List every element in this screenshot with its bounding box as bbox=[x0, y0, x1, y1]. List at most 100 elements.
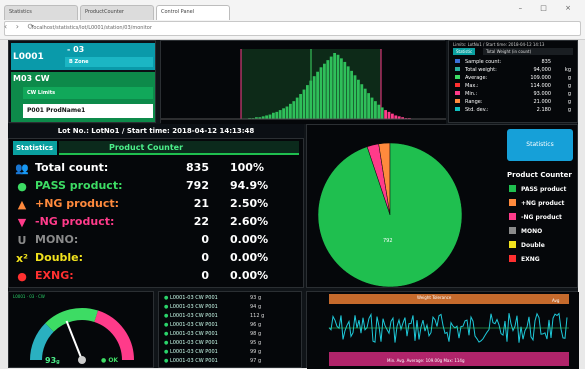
browser-tab[interactable]: Statistics bbox=[4, 5, 78, 20]
counter-count: 835 bbox=[186, 161, 209, 174]
summary-value: 93.000 bbox=[533, 91, 552, 97]
summary-row: Std. dev.: 2.180 g bbox=[455, 107, 573, 113]
recent-value: 94 g bbox=[250, 304, 262, 310]
counter-icon: ● bbox=[17, 270, 27, 283]
histogram-bar bbox=[387, 111, 391, 119]
summary-tab[interactable]: Statistic bbox=[453, 48, 476, 55]
histogram-bar bbox=[380, 107, 384, 119]
gauge-chart bbox=[30, 308, 134, 364]
summary-swatch bbox=[455, 75, 460, 79]
histogram-bar bbox=[343, 61, 347, 119]
browser-tab-active[interactable]: Control Panel bbox=[156, 5, 230, 20]
recent-label: L0001-03 CW P001 bbox=[169, 349, 218, 355]
pie-legend-title: Product Counter bbox=[507, 171, 572, 179]
legend-item: Double bbox=[509, 241, 545, 253]
url-text[interactable]: localhost/statistics/lot/L0001/station/0… bbox=[32, 24, 545, 33]
browser-tabs: Statistics ProductCounter Control Panel bbox=[4, 5, 581, 21]
summary-unit: g bbox=[567, 91, 571, 97]
counter-label: EXNG: bbox=[35, 269, 74, 282]
counter-label: Total count: bbox=[35, 161, 109, 174]
histogram-bar bbox=[289, 103, 292, 119]
counter-count: 0 bbox=[201, 269, 209, 282]
summary-tab[interactable]: Total Weight (in count) bbox=[483, 48, 573, 55]
legend-swatch bbox=[509, 227, 516, 234]
browser-tab[interactable]: ProductCounter bbox=[80, 5, 154, 20]
histogram-bar bbox=[326, 60, 330, 119]
recent-label: L0001-03 CW P001 bbox=[169, 358, 218, 364]
histogram-bar bbox=[394, 115, 398, 119]
recent-value: 112 g bbox=[250, 313, 265, 319]
station-box[interactable]: L0001 - 03 B Zone bbox=[11, 43, 155, 70]
counter-title: Product Counter bbox=[59, 141, 299, 155]
histogram-bar bbox=[282, 108, 285, 119]
statistics-button[interactable]: Statistics bbox=[507, 129, 573, 161]
summary-label: Min.: bbox=[465, 91, 478, 97]
summary-label: Total weight: bbox=[465, 67, 497, 73]
histogram-bar bbox=[377, 104, 381, 119]
counter-row: ● PASS product: 792 94.9% bbox=[15, 179, 295, 195]
gauge-needle bbox=[65, 320, 83, 361]
recent-row: ● L0001-03 CW P001 96 g bbox=[164, 322, 289, 329]
counter-icon: ● bbox=[17, 180, 27, 193]
counter-icon: U bbox=[17, 234, 27, 247]
histogram-bar bbox=[329, 56, 333, 119]
counter-percent: 0.00% bbox=[230, 233, 269, 246]
summary-unit: g bbox=[567, 83, 571, 89]
counter-icon: ▲ bbox=[17, 198, 27, 211]
summary-row: Total weight: 94,000 kg bbox=[455, 67, 573, 73]
statistics-tab[interactable]: Statistics bbox=[13, 141, 57, 155]
counter-percent: 0.00% bbox=[230, 251, 269, 264]
recent-row: ● L0001-03 CW P001 94 g bbox=[164, 304, 289, 311]
recent-label: L0001-03 CW P001 bbox=[169, 340, 218, 346]
counter-row: ▼ -NG product: 22 2.60% bbox=[15, 215, 295, 231]
recent-label: L0001-03 CW P001 bbox=[169, 331, 218, 337]
recent-value: 95 g bbox=[250, 340, 262, 346]
summary-unit: g bbox=[567, 99, 571, 105]
counter-count: 22 bbox=[193, 215, 209, 228]
summary-row: Range: 21.000 g bbox=[455, 99, 573, 105]
histogram-bar bbox=[312, 76, 316, 119]
window-controls[interactable]: – □ × bbox=[519, 4, 579, 12]
browser-window: Statistics ProductCounter Control Panel … bbox=[0, 0, 585, 369]
histogram-bar bbox=[302, 89, 306, 119]
lot-info: Lot No.: LotNo1 / Start time: 2018-04-12… bbox=[8, 124, 304, 138]
histogram-bar bbox=[323, 63, 326, 119]
legend-item: MONO bbox=[509, 227, 542, 239]
counter-icon: 👥 bbox=[15, 162, 29, 175]
counter-percent: 94.9% bbox=[230, 179, 269, 192]
legend-item: -NG product bbox=[509, 213, 562, 225]
histogram-bar bbox=[278, 110, 282, 119]
counter-row: ● EXNG: 0 0.00% bbox=[15, 269, 295, 285]
recent-value: 97 g bbox=[250, 358, 262, 364]
histogram-bar bbox=[309, 80, 313, 119]
station-no: - 03 bbox=[67, 45, 85, 54]
summary-value: 114.000 bbox=[530, 83, 551, 89]
legend-swatch bbox=[509, 199, 516, 206]
recent-value: 99 g bbox=[250, 349, 262, 355]
histogram-bar bbox=[299, 94, 302, 119]
counter-row: U MONO: 0 0.00% bbox=[15, 233, 295, 249]
pie-panel: 792 Statistics Product Counter PASS prod… bbox=[306, 124, 578, 288]
summary-swatch bbox=[455, 59, 460, 63]
counter-row: x² Double: 0 0.00% bbox=[15, 251, 295, 267]
histogram-bar bbox=[391, 113, 394, 119]
counter-count: 0 bbox=[201, 233, 209, 246]
histogram-bar bbox=[295, 97, 299, 119]
legend-item: +NG product bbox=[509, 199, 564, 211]
counter-label: -NG product: bbox=[35, 215, 115, 228]
legend-label: Double bbox=[521, 242, 545, 249]
legend-item: PASS product bbox=[509, 185, 566, 197]
recent-row: ● L0001-03 CW P001 99 g bbox=[164, 349, 289, 356]
model-box[interactable]: M03 CW CW Limits P001 ProdName1 bbox=[11, 72, 155, 122]
summary-swatch bbox=[455, 67, 460, 71]
legend-swatch bbox=[509, 213, 516, 220]
counter-label: MONO: bbox=[35, 233, 79, 246]
histogram-bar bbox=[350, 70, 353, 119]
counter-icon: ▼ bbox=[17, 216, 27, 229]
histogram-bar bbox=[384, 110, 387, 119]
summary-label: Sample count: bbox=[465, 59, 502, 65]
histogram-bar bbox=[275, 111, 279, 119]
recent-row: ● L0001-03 CW P001 93 g bbox=[164, 295, 289, 302]
histogram-bar bbox=[336, 54, 340, 119]
summary-swatch bbox=[455, 107, 460, 111]
